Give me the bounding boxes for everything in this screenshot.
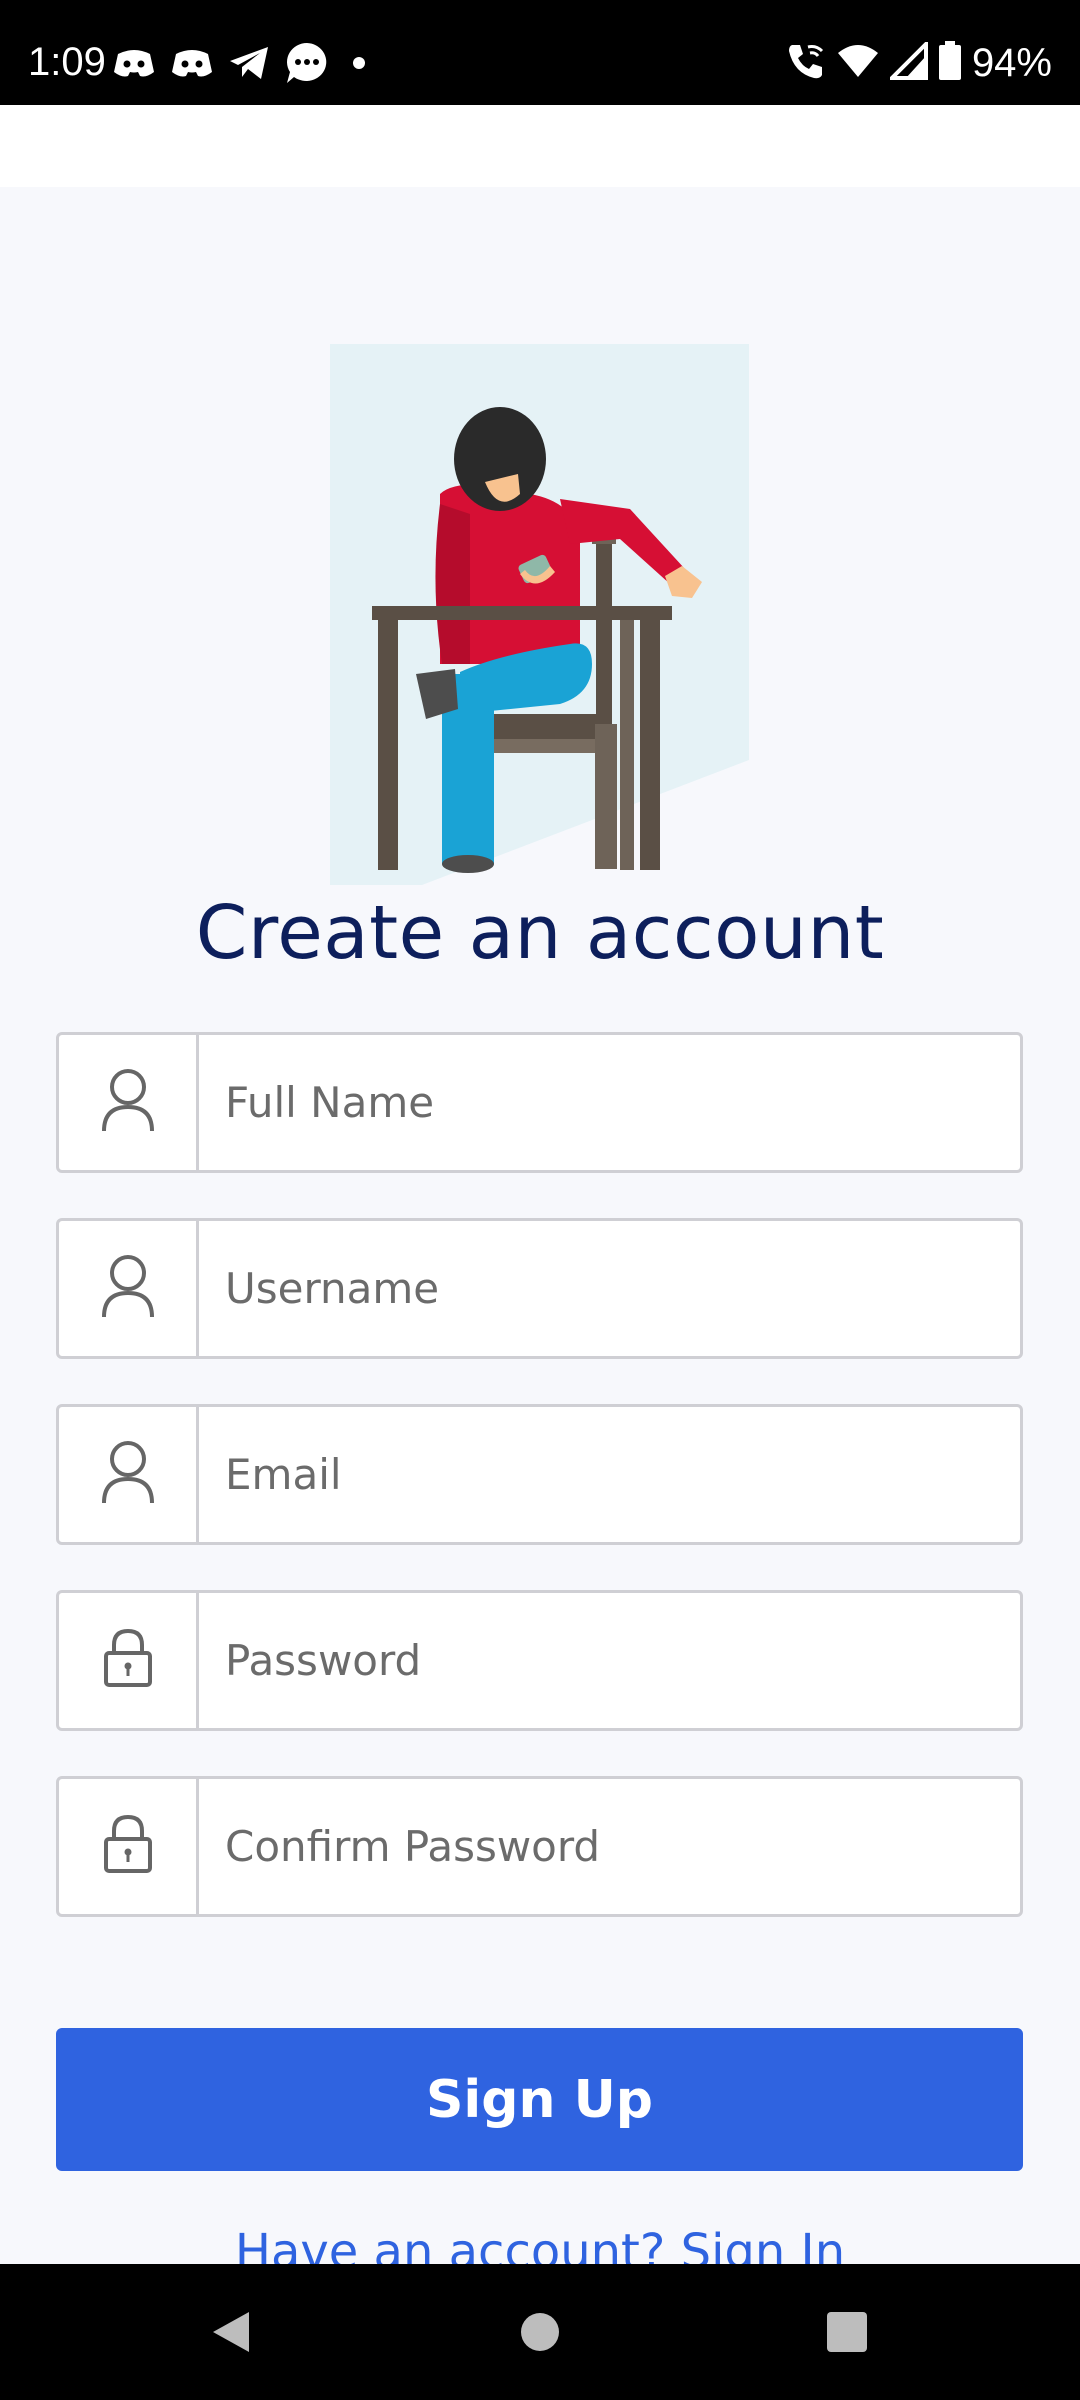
confirm-password-icon-box [59,1779,199,1914]
lock-icon [102,1627,154,1694]
username-input[interactable] [199,1221,1020,1356]
sign-in-link[interactable]: Have an account? Sign In [0,2222,1080,2264]
email-field[interactable] [56,1404,1023,1545]
email-icon-box [59,1407,199,1542]
system-status-icons: 94% [786,38,1052,88]
app-header [0,105,1080,187]
password-input[interactable] [199,1593,1020,1728]
discord-icon [112,46,156,80]
recents-button[interactable] [817,2304,877,2364]
status-time: 1:09 [28,40,106,84]
chat-bubble-icon [284,41,330,85]
username-icon-box [59,1221,199,1356]
person-icon [100,1439,156,1510]
battery-icon [938,40,962,86]
signup-illustration [330,344,749,885]
cell-signal-icon [887,38,928,85]
navigation-bar [0,2264,1080,2400]
password-field[interactable] [56,1590,1023,1731]
full-name-icon-box [59,1035,199,1170]
home-icon [518,2310,562,2359]
email-input[interactable] [199,1407,1020,1542]
telegram-icon [228,45,270,81]
person-icon [100,1067,156,1138]
notification-icons [112,38,374,88]
home-button[interactable] [510,2304,570,2364]
person-icon [100,1253,156,1324]
back-button[interactable] [200,2304,260,2364]
recents-icon [825,2310,869,2359]
wifi-call-icon [786,41,826,86]
lock-icon [102,1813,154,1880]
status-bar: 1:09 94% [0,0,1080,105]
confirm-password-input[interactable] [199,1779,1020,1914]
username-field[interactable] [56,1218,1023,1359]
battery-percentage: 94% [971,41,1052,85]
dot-icon [344,48,374,78]
back-icon [207,2308,253,2361]
full-name-input[interactable] [199,1035,1020,1170]
confirm-password-field[interactable] [56,1776,1023,1917]
full-name-field[interactable] [56,1032,1023,1173]
discord-icon [170,46,214,80]
password-icon-box [59,1593,199,1728]
page-title: Create an account [195,890,885,976]
sign-up-button[interactable]: Sign Up [56,2028,1023,2171]
wifi-icon [836,43,880,84]
